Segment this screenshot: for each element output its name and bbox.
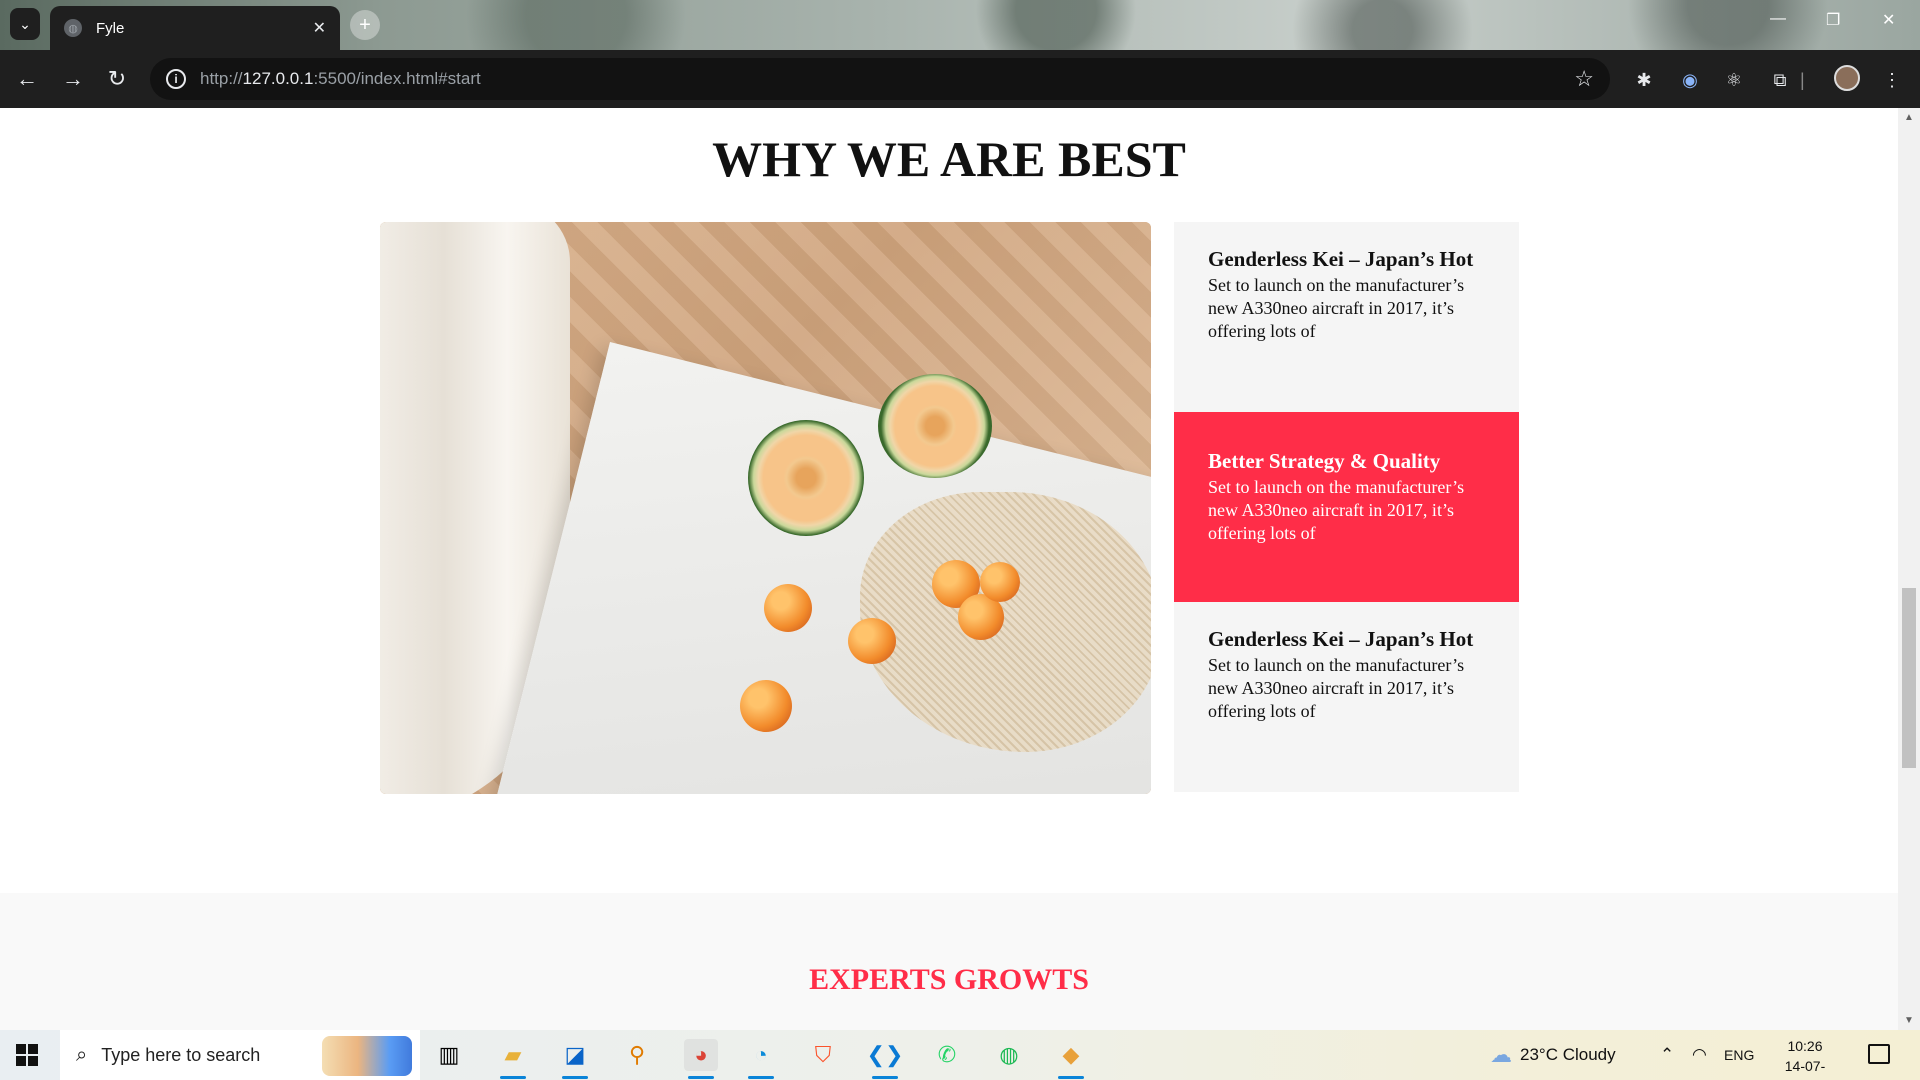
feature-title: Genderless Kei – Japan’s Hot — [1208, 627, 1474, 651]
back-arrow-icon[interactable]: ← — [14, 66, 40, 92]
window-close-icon[interactable]: ✕ — [1882, 10, 1895, 30]
feature-list: Genderless Kei – Japan’s Hot Set to laun… — [1174, 222, 1519, 792]
address-bar[interactable]: i http://127.0.0.1:5500/index.html#start… — [150, 58, 1610, 100]
network-icon[interactable]: ◠ — [1692, 1030, 1707, 1080]
url-host: 127.0.0.1 — [242, 69, 314, 88]
feature-card-active[interactable]: Better Strategy & Quality Set to launch … — [1174, 412, 1519, 602]
profile-avatar[interactable] — [1834, 65, 1860, 91]
brave-icon[interactable]: ⛉ — [806, 1039, 840, 1071]
extension-react-icon[interactable]: ⚛ — [1722, 68, 1746, 92]
extension-search-icon[interactable]: ◉ — [1678, 68, 1702, 92]
browser-tab-strip: ⌄ ◍ Fyle ✕ + — ❐ ✕ — [0, 0, 1920, 50]
taskbar-clock[interactable]: 10:26 14-07-2024 — [1770, 1036, 1840, 1080]
search-tool-icon[interactable]: ⚲ — [620, 1039, 654, 1071]
clock-date: 14-07-2024 — [1784, 1058, 1826, 1080]
photo-apricot — [764, 584, 812, 632]
chevron-down-icon: ⌄ — [19, 15, 31, 32]
section-title: WHY WE ARE BEST — [712, 131, 1186, 187]
photo-apricot — [740, 680, 792, 732]
browser-toolbar: ← → ↻ i http://127.0.0.1:5500/index.html… — [0, 50, 1920, 108]
minimize-icon[interactable]: — — [1770, 10, 1786, 28]
file-explorer-icon[interactable]: ▰ — [496, 1039, 530, 1079]
show-hidden-icons[interactable]: ⌃ — [1660, 1030, 1674, 1080]
chevron-up-icon: ⌃ — [1660, 1045, 1675, 1064]
reload-icon[interactable]: ↻ — [104, 66, 130, 92]
page-viewport: WHY WE ARE BEST Genderless Kei – Japan’s… — [0, 108, 1898, 1030]
taskbar-search[interactable]: ⌕ Type here to search — [60, 1030, 420, 1080]
scroll-up-icon[interactable]: ▲ — [1898, 112, 1920, 123]
bookmark-star-icon[interactable]: ☆ — [1574, 66, 1594, 92]
vscode-icon[interactable]: ❮❯ — [867, 1039, 903, 1079]
close-icon[interactable]: ✕ — [313, 18, 326, 38]
clock-time: 10:26 — [1787, 1038, 1823, 1054]
extension-bug-icon[interactable]: ✱ — [1632, 68, 1656, 92]
browser-tab[interactable]: ◍ Fyle ✕ — [50, 6, 340, 50]
feature-title: Genderless Kei – Japan’s Hot — [1208, 247, 1474, 271]
taskbar-search-placeholder: Type here to search — [101, 1044, 261, 1065]
experts-title: EXPERTS GROWTS — [809, 963, 1089, 996]
photo-apricot — [848, 618, 896, 664]
chrome-icon[interactable]: ◕ — [684, 1039, 718, 1079]
url-path: :5500/index.html#start — [313, 69, 481, 88]
feature-text: Set to launch on the manufacturer’s new … — [1208, 655, 1465, 721]
restore-icon[interactable]: ❐ — [1826, 10, 1840, 30]
weather-text: 23°C Cloudy — [1520, 1045, 1616, 1064]
photo-melon — [878, 374, 992, 478]
spotify-icon[interactable]: ◍ — [992, 1039, 1026, 1071]
experts-section: EXPERTS GROWTS — [0, 893, 1898, 1030]
more-menu-icon[interactable]: ⋮ — [1880, 68, 1904, 92]
taskbar: ⌕ Type here to search ▥ ▰ ◪ ⚲ ◕ ◔ ⛉ ❮❯ ✆… — [0, 1030, 1920, 1080]
url-scheme: http:// — [200, 69, 243, 88]
weather-widget[interactable]: ☁ 23°C Cloudy — [1490, 1030, 1616, 1080]
language-indicator[interactable]: ENG — [1724, 1030, 1754, 1080]
feature-title: Better Strategy & Quality — [1208, 449, 1441, 473]
feature-text: Set to launch on the manufacturer’s new … — [1208, 275, 1465, 341]
new-tab-button[interactable]: + — [350, 10, 380, 40]
whatsapp-icon[interactable]: ✆ — [930, 1039, 964, 1071]
feature-card[interactable]: Genderless Kei – Japan’s Hot Set to laun… — [1174, 222, 1519, 412]
forward-arrow-icon[interactable]: → — [60, 66, 86, 92]
search-highlight-art — [322, 1036, 412, 1076]
toolbar-divider: | — [1800, 70, 1805, 90]
task-view-icon[interactable]: ▥ — [432, 1039, 466, 1071]
feature-text: Set to launch on the manufacturer’s new … — [1208, 477, 1465, 543]
feature-card[interactable]: Genderless Kei – Japan’s Hot Set to laun… — [1174, 602, 1519, 792]
site-info-icon[interactable]: i — [166, 69, 186, 89]
page-scrollbar[interactable]: ▲ ▼ — [1898, 108, 1920, 1030]
extensions-puzzle-icon[interactable]: ⧉ — [1768, 68, 1792, 92]
notification-icon[interactable] — [1868, 1044, 1890, 1064]
search-icon: ⌕ — [76, 1043, 88, 1066]
feature-photo — [380, 222, 1151, 794]
tab-title: Fyle — [96, 19, 125, 37]
photo-apricot — [980, 562, 1020, 602]
app-shortcut-icon[interactable]: ◆ — [1054, 1039, 1088, 1079]
cloud-icon: ☁ — [1490, 1042, 1512, 1067]
globe-icon: ◍ — [64, 19, 82, 37]
tab-search-button[interactable]: ⌄ — [10, 8, 40, 40]
url-text[interactable]: http://127.0.0.1:5500/index.html#start — [200, 69, 1574, 89]
outlook-icon[interactable]: ◪ — [558, 1039, 592, 1079]
photo-melon — [748, 420, 864, 536]
edge-icon[interactable]: ◔ — [744, 1039, 778, 1079]
windows-start-button[interactable] — [16, 1044, 38, 1066]
scroll-down-icon[interactable]: ▼ — [1898, 1015, 1920, 1026]
scrollbar-thumb[interactable] — [1902, 588, 1916, 768]
